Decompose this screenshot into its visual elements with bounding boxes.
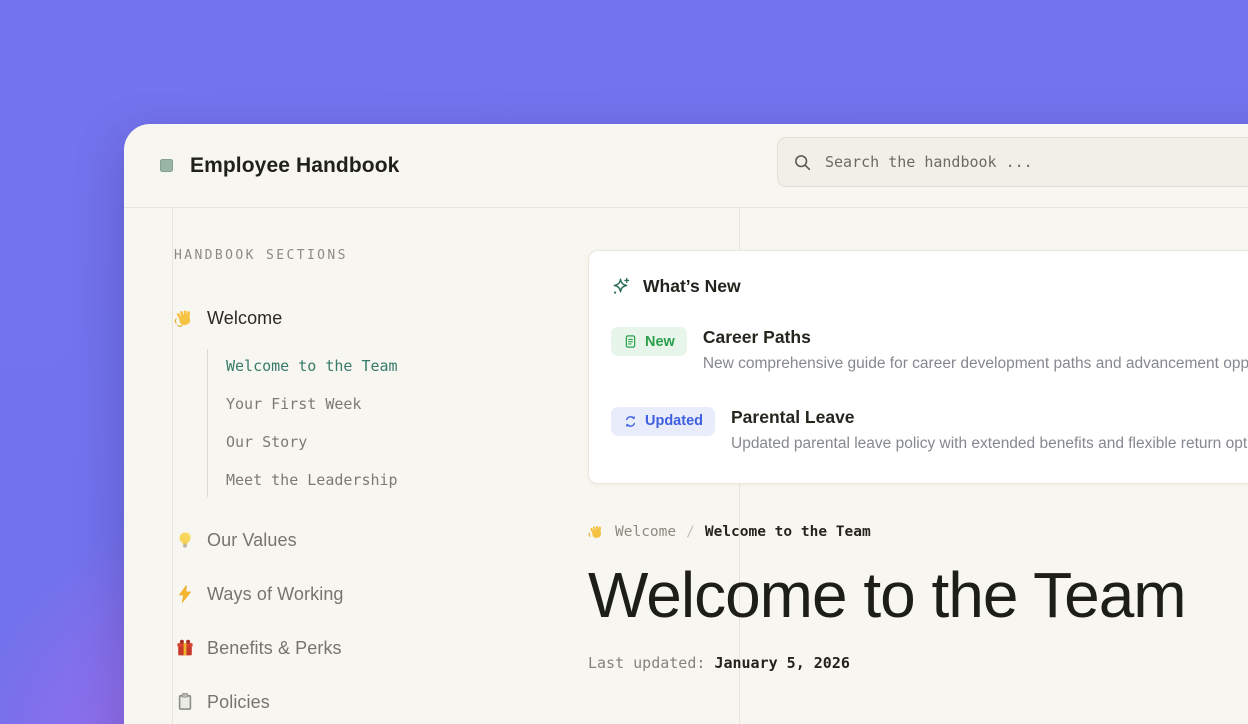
- breadcrumb-current-page: Welcome to the Team: [705, 524, 871, 540]
- sidebar-item-policies[interactable]: Policies: [174, 691, 693, 713]
- sidebar-item-label: Welcome: [207, 308, 282, 329]
- wave-icon: [174, 308, 195, 329]
- search-icon: [793, 153, 812, 172]
- last-updated: Last updated: January 5, 2026: [588, 654, 1248, 672]
- sidebar-item-label: Our Values: [207, 530, 297, 551]
- whats-new-card: What’s New New: [588, 250, 1248, 484]
- main-content: What’s New New: [588, 208, 1248, 672]
- news-item-parental-leave[interactable]: Updated Parental Leave Updated parental …: [611, 407, 1248, 453]
- updated-badge: Updated: [611, 407, 715, 436]
- zap-icon: [174, 584, 195, 605]
- news-item-description: New comprehensive guide for career devel…: [703, 355, 1248, 373]
- app-title: Employee Handbook: [190, 154, 399, 178]
- app-window: Employee Handbook HANDBOOK SECTIONS: [124, 124, 1248, 724]
- app-brand: Employee Handbook: [160, 154, 399, 178]
- page-title: Welcome to the Team: [588, 563, 1248, 628]
- breadcrumb-section[interactable]: Welcome: [615, 524, 676, 540]
- sparkles-icon: [611, 277, 631, 297]
- badge-label: New: [645, 334, 675, 350]
- news-item-career-paths[interactable]: New Career Paths New comprehensive guide…: [611, 327, 1248, 373]
- badge-label: Updated: [645, 413, 703, 429]
- search-input[interactable]: [825, 153, 1248, 171]
- last-updated-value: January 5, 2026: [714, 654, 849, 672]
- last-updated-label: Last updated:: [588, 654, 705, 672]
- news-item-title: Parental Leave: [731, 407, 1248, 429]
- whats-new-title: What’s New: [643, 276, 741, 297]
- sidebar-item-label: Policies: [207, 692, 270, 713]
- wave-icon: [588, 524, 605, 541]
- clipboard-icon: [174, 692, 195, 713]
- news-item-description: Updated parental leave policy with exten…: [731, 435, 1248, 453]
- new-badge: New: [611, 327, 687, 356]
- news-item-title: Career Paths: [703, 327, 1248, 349]
- sidebar-item-label: Ways of Working: [207, 584, 344, 605]
- bulb-icon: [174, 530, 195, 551]
- refresh-icon: [623, 414, 638, 429]
- desktop-background: Employee Handbook HANDBOOK SECTIONS: [0, 0, 1248, 724]
- breadcrumb-separator: /: [686, 524, 695, 540]
- search-box[interactable]: [777, 137, 1248, 187]
- app-logo: [160, 159, 173, 172]
- sidebar-item-label: Benefits & Perks: [207, 638, 342, 659]
- gift-icon: [174, 638, 195, 659]
- breadcrumb: Welcome / Welcome to the Team: [588, 524, 1248, 541]
- app-header: Employee Handbook: [124, 124, 1248, 208]
- whats-new-header: What’s New: [611, 276, 1248, 297]
- document-icon: [623, 334, 638, 349]
